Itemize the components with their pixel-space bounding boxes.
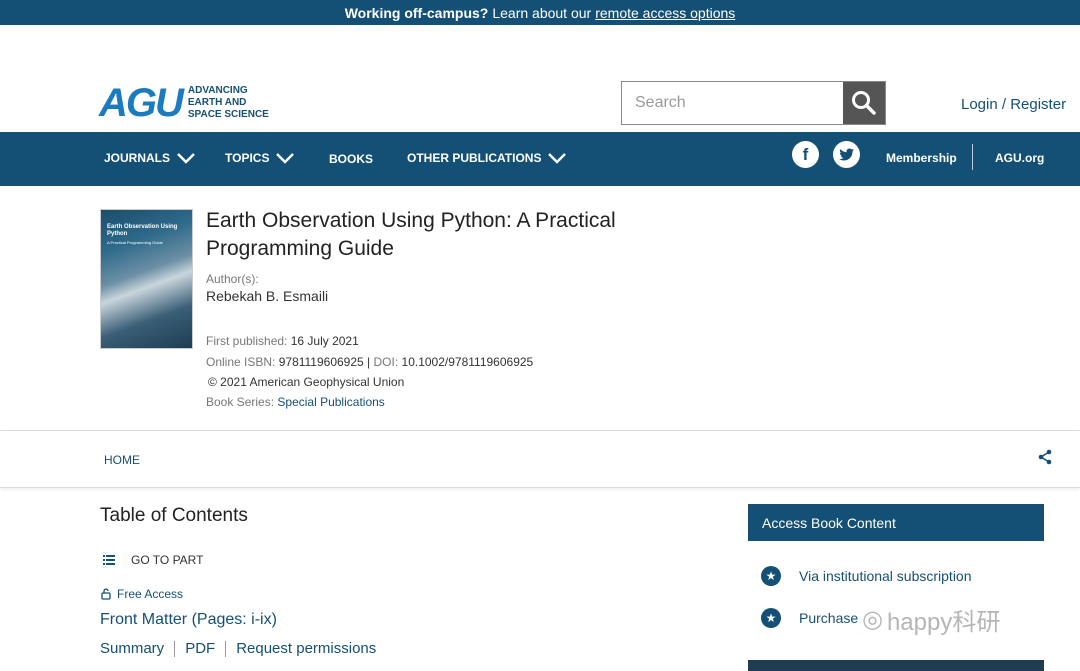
remote-access-link[interactable]: remote access options [595,5,735,21]
chapter-links: Summary PDF Request permissions [100,640,376,657]
twitter-bird-icon [838,148,854,160]
link-divider [174,640,176,657]
nav-books-label: BOOKS [329,152,374,166]
watermark-text: happy科研 [886,609,1001,636]
copyright: © 2021 American Geophysical Union [208,375,405,389]
watermark: ◎ happy科研 [862,602,1000,637]
login-register-link[interactable]: Login / Register [961,96,1066,113]
site-header: AGU ADVANCING EARTH AND SPACE SCIENCE Lo… [0,25,1080,132]
search-icon [852,91,876,115]
banner-bold-text: Working off-campus? [344,4,489,21]
go-to-part-button[interactable]: GO TO PART [103,553,203,567]
summary-link[interactable]: Summary [100,640,164,657]
banner-text: Learn about our [492,4,592,21]
share-icon[interactable] [1037,449,1053,470]
nav-journals[interactable]: JOURNALS [104,151,196,165]
membership-link[interactable]: Membership [886,151,957,165]
toc-title: Table of Contents [100,505,248,526]
remote-access-banner: Working off-campus? Learn about our remo… [0,0,1080,25]
list-icon [103,555,115,565]
breadcrumb-bar: HOME [0,430,1080,488]
logo-line-1: ADVANCING [187,85,248,96]
chevron-down-icon [177,153,195,164]
pdf-link[interactable]: PDF [185,640,215,657]
institutional-subscription-label: Via institutional subscription [799,568,972,584]
doi-label: DOI: [373,355,399,369]
author-label: Author(s): [206,272,259,286]
book-series: Book Series: Special Publications [206,395,385,409]
book-header: Earth Observation Using Python A Practic… [0,186,1080,430]
wechat-icon: ◎ [862,606,883,633]
doi-value: 10.1002/9781119606925 [401,355,534,369]
dark-image-strip [748,660,1044,671]
nav-books[interactable]: BOOKS [329,152,373,166]
star-icon: ★ [761,566,781,586]
search-button[interactable] [843,82,885,124]
isbn-label: Online ISBN: [206,355,276,369]
chevron-down-icon [276,153,295,164]
nav-other-label: OTHER PUBLICATIONS [407,151,542,165]
chevron-down-icon [548,153,567,164]
facebook-icon[interactable]: f [792,141,819,168]
twitter-icon[interactable] [833,141,860,168]
logo-line-3: SPACE SCIENCE [187,109,269,120]
doi-separator: | [367,355,371,369]
nav-divider [972,144,973,170]
nav-topics[interactable]: TOPICS [225,151,295,165]
unlock-icon [101,588,111,600]
book-title: Earth Observation Using Python: A Practi… [206,209,616,260]
author-name[interactable]: Rebekah B. Esmaili [206,288,328,304]
book-cover[interactable]: Earth Observation Using Python A Practic… [100,209,193,349]
link-divider [225,640,227,657]
free-access-badge: Free Access [101,587,183,601]
agu-logo-mark: AGU [99,81,184,125]
purchase-option[interactable]: ★ Purchase [761,608,858,628]
agu-org-link[interactable]: AGU.org [995,151,1044,165]
cover-subtitle: A Practical Programming Guide [107,240,163,245]
nav-other-publications[interactable]: OTHER PUBLICATIONS [407,151,567,165]
free-access-label: Free Access [117,587,184,601]
series-link[interactable]: Special Publications [277,395,384,409]
front-matter-link[interactable]: Front Matter (Pages: i-ix) [100,611,277,629]
search-input[interactable] [622,82,843,124]
go-to-part-label: GO TO PART [131,553,204,567]
access-book-content-header: Access Book Content [748,504,1044,541]
logo-line-2: EARTH AND [187,97,247,108]
first-published-date: 16 July 2021 [290,334,359,348]
nav-journals-label: JOURNALS [104,151,171,165]
main-nav: JOURNALS TOPICS BOOKS OTHER PUBLICATIONS… [0,132,1080,186]
purchase-label: Purchase [799,610,859,626]
search-box [621,81,886,125]
isbn-value: 9781119606925 [278,355,364,369]
agu-logo[interactable]: AGU ADVANCING EARTH AND SPACE SCIENCE [99,83,269,123]
star-icon: ★ [761,608,781,628]
breadcrumb-home[interactable]: HOME [104,453,140,467]
first-published-label: First published: [206,334,288,348]
cover-title: Earth Observation Using Python [107,224,178,237]
agu-logo-text: ADVANCING EARTH AND SPACE SCIENCE [188,85,269,121]
request-permissions-link[interactable]: Request permissions [236,640,376,657]
isbn-doi: Online ISBN: 9781119606925 | DOI: 10.100… [206,355,533,369]
series-label: Book Series: [206,395,275,409]
first-published: First published: 16 July 2021 [206,334,359,348]
nav-topics-label: TOPICS [225,151,270,165]
institutional-subscription-option[interactable]: ★ Via institutional subscription [761,566,972,586]
